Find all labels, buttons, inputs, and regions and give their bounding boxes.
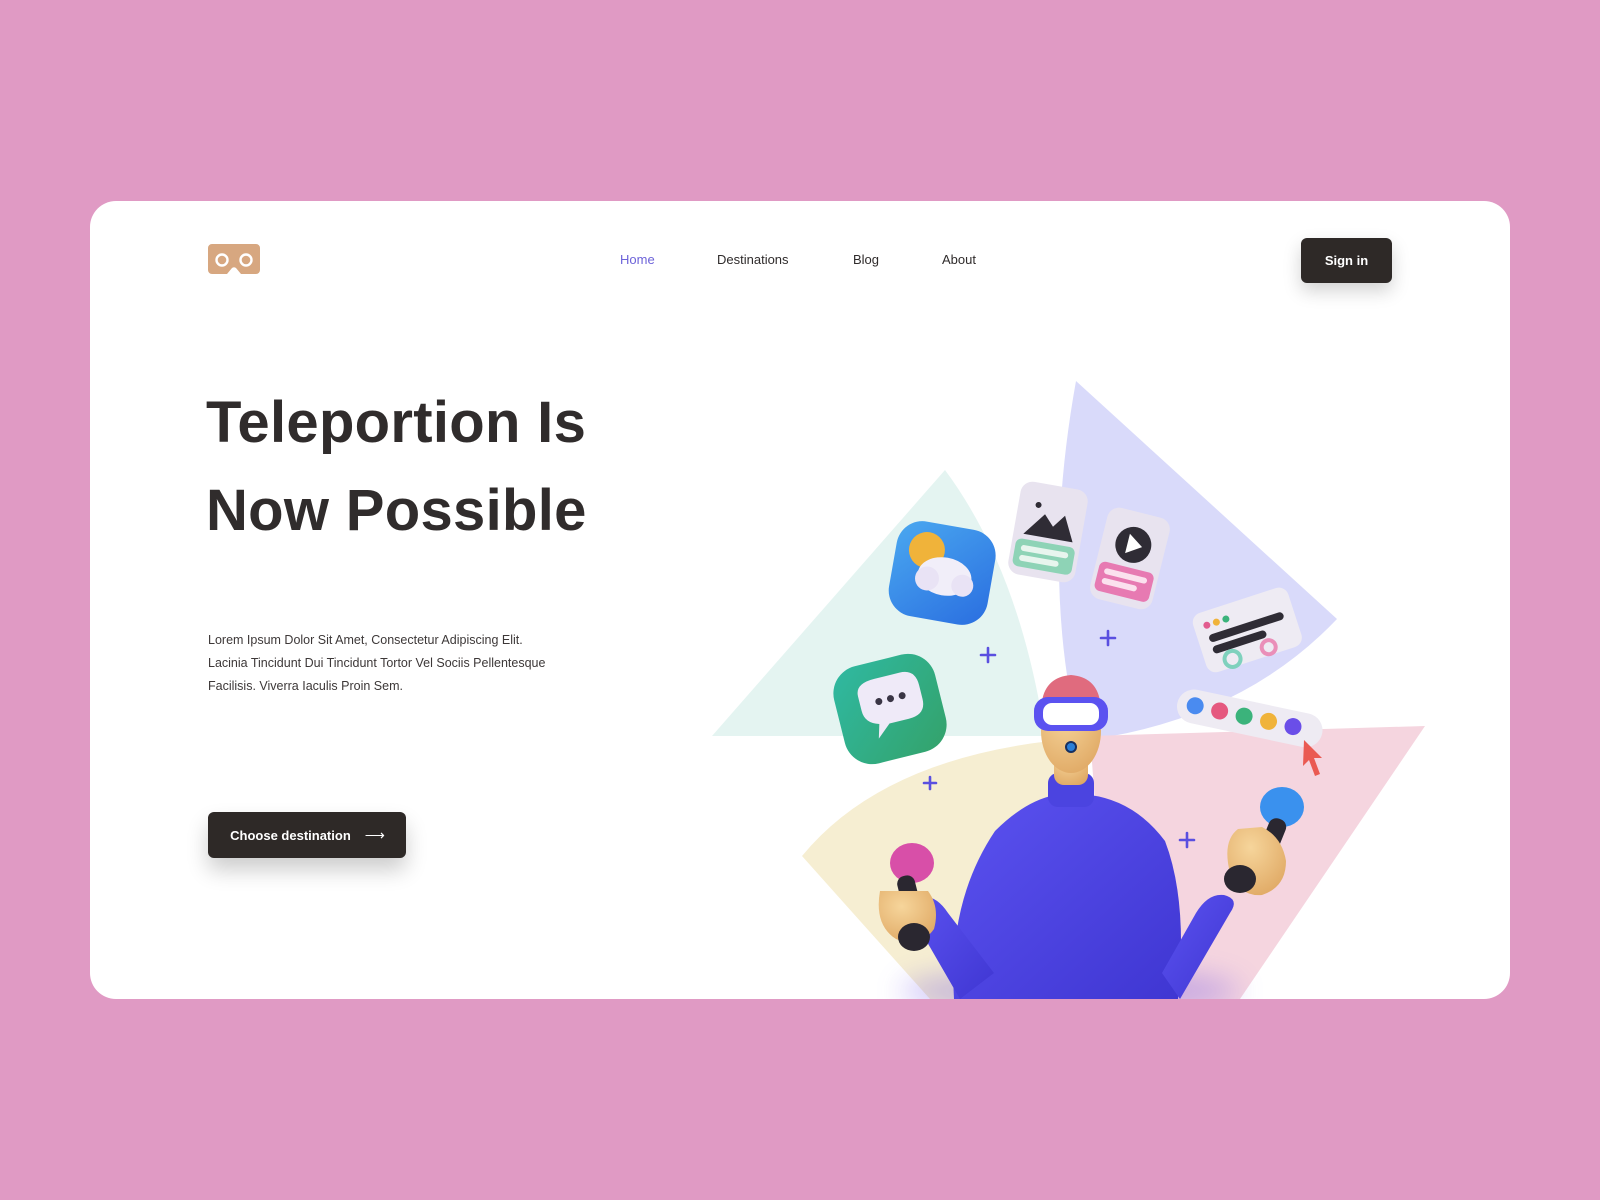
hero-illustration (712, 381, 1425, 999)
weather-icon (888, 521, 996, 625)
landing-card: Home Destinations Blog About Sign in Tel… (90, 201, 1510, 999)
